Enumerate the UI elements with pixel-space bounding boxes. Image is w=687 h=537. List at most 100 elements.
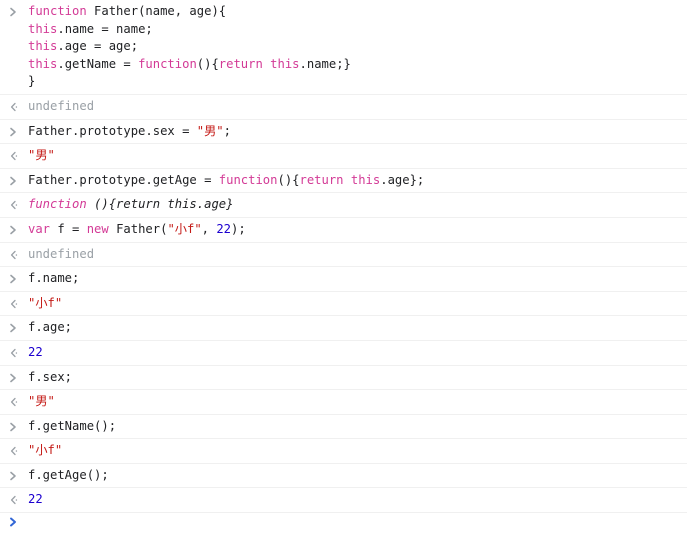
chevron-left-icon: [9, 147, 23, 165]
console-input-entry[interactable]: f.name;: [0, 267, 687, 292]
console-text: function (){return this.age}: [28, 197, 233, 211]
token-kw: this: [350, 172, 381, 187]
console-input-entry[interactable]: f.getName();: [0, 415, 687, 440]
token-plain: Father.prototype.sex =: [28, 123, 197, 138]
console-text: undefined: [28, 247, 94, 261]
console-entry-line: "男": [0, 147, 687, 165]
chevron-left-icon: [9, 393, 23, 411]
console-entry-line: Father.prototype.sex = "男";: [0, 123, 687, 141]
token-kw: return: [218, 56, 271, 71]
console-input-entry[interactable]: var f = new Father("小f", 22);: [0, 218, 687, 243]
token-str: "男": [28, 394, 55, 409]
chevron-left-icon: [9, 98, 23, 116]
token-plain: .name = name;: [57, 21, 153, 36]
token-plain: f.getAge();: [28, 467, 109, 482]
console-text: var f = new Father("小f", 22);: [28, 222, 246, 236]
console-entry-continuation-line: this.age = age;: [0, 38, 687, 56]
console-text: function Father(name, age){: [28, 4, 226, 18]
console-output-entry[interactable]: undefined: [0, 95, 687, 120]
console-text: 22: [28, 345, 43, 359]
chevron-right-icon: [9, 319, 23, 337]
token-kw: this: [28, 39, 58, 54]
chevron-left-icon: [9, 196, 23, 214]
token-plain: .age};: [380, 172, 425, 187]
console-input-entry[interactable]: f.getAge();: [0, 464, 687, 489]
token-str: "小f": [28, 443, 63, 458]
token-kw: new: [86, 221, 117, 236]
console-entry-line: "男": [0, 393, 687, 411]
token-kw: var: [28, 221, 58, 236]
console-output-entry[interactable]: function (){return this.age}: [0, 193, 687, 218]
token-num: 22: [28, 344, 43, 359]
console-text: f.sex;: [28, 370, 72, 384]
console-input-entry[interactable]: f.sex;: [0, 366, 687, 391]
console-entry-continuation-line: this.name = name;: [0, 21, 687, 39]
token-res-undef: undefined: [28, 98, 95, 113]
token-num: 22: [28, 492, 43, 507]
chevron-left-icon: [9, 442, 23, 460]
chevron-left-icon: [9, 246, 23, 264]
console-entry-line: f.age;: [0, 319, 687, 337]
console-entry-line: f.sex;: [0, 369, 687, 387]
token-kw: this: [28, 56, 58, 71]
console-output-entry[interactable]: "男": [0, 144, 687, 169]
console-entry-continuation-line: }: [0, 73, 687, 91]
console-entry-line: "小f": [0, 442, 687, 460]
token-plain: f.sex;: [28, 369, 73, 384]
console-text: this.getName = function(){return this.na…: [28, 57, 351, 71]
token-plain: f.name;: [28, 271, 80, 286]
console-input-entry[interactable]: function Father(name, age){this.name = n…: [0, 0, 687, 95]
console-entry-line: undefined: [0, 246, 687, 264]
token-plain: (){: [277, 172, 300, 187]
token-plain: (){: [196, 56, 219, 71]
console-text: undefined: [28, 99, 94, 113]
token-plain: Father(: [116, 221, 168, 236]
token-num: 22: [216, 221, 232, 236]
console-active-prompt-row[interactable]: [0, 513, 687, 537]
console-text: Father.prototype.sex = "男";: [28, 124, 231, 138]
token-plain: Father.prototype.getAge =: [28, 172, 219, 187]
console-output-entry[interactable]: 22: [0, 341, 687, 366]
chevron-right-icon: [9, 172, 23, 190]
console-entry-line: f.getAge();: [0, 467, 687, 485]
console-input-entry[interactable]: Father.prototype.sex = "男";: [0, 120, 687, 145]
console-output-entry[interactable]: "男": [0, 390, 687, 415]
token-plain: }: [28, 74, 36, 89]
token-plain: .getName =: [57, 56, 139, 71]
token-plain: .age = age;: [57, 39, 139, 54]
console-output-entry[interactable]: 22: [0, 488, 687, 514]
token-plain: );: [231, 221, 246, 236]
token-plain: ,: [201, 221, 217, 236]
console-entry-line: var f = new Father("小f", 22);: [0, 221, 687, 239]
token-kw: function: [138, 56, 197, 71]
console-entry-line: f.name;: [0, 270, 687, 288]
chevron-right-icon: [9, 467, 23, 485]
console-entry-line: 22: [0, 344, 687, 362]
chevron-left-icon: [9, 344, 23, 362]
chevron-right-icon: [9, 418, 23, 436]
token-plain: .name;}: [299, 56, 351, 71]
console-output-entry[interactable]: "小f": [0, 292, 687, 317]
chevron-left-icon: [9, 295, 23, 313]
console-text: this.age = age;: [28, 39, 138, 53]
console-input-entry[interactable]: f.age;: [0, 316, 687, 341]
token-plain: Father(name, age){: [94, 4, 227, 18]
token-str: "男": [28, 148, 55, 163]
token-kw: return: [299, 172, 351, 187]
chevron-right-icon: [9, 221, 23, 239]
console-text: 22: [28, 492, 43, 506]
console-output-entry[interactable]: "小f": [0, 439, 687, 464]
chevron-right-icon: [9, 123, 23, 141]
console-output-entry[interactable]: undefined: [0, 243, 687, 268]
token-kw: function: [218, 172, 278, 187]
console-input-entry[interactable]: Father.prototype.getAge = function(){ret…: [0, 169, 687, 194]
console-entry-line: 22: [0, 491, 687, 509]
console-text: f.age;: [28, 320, 72, 334]
console-text: Father.prototype.getAge = function(){ret…: [28, 173, 424, 187]
console-entry-line: function Father(name, age){: [0, 3, 687, 21]
console-text: "男": [28, 148, 55, 162]
devtools-console-panel[interactable]: function Father(name, age){this.name = n…: [0, 0, 687, 527]
console-entry-line: "小f": [0, 295, 687, 313]
token-plain: ;: [223, 123, 231, 138]
console-text: }: [28, 74, 35, 88]
